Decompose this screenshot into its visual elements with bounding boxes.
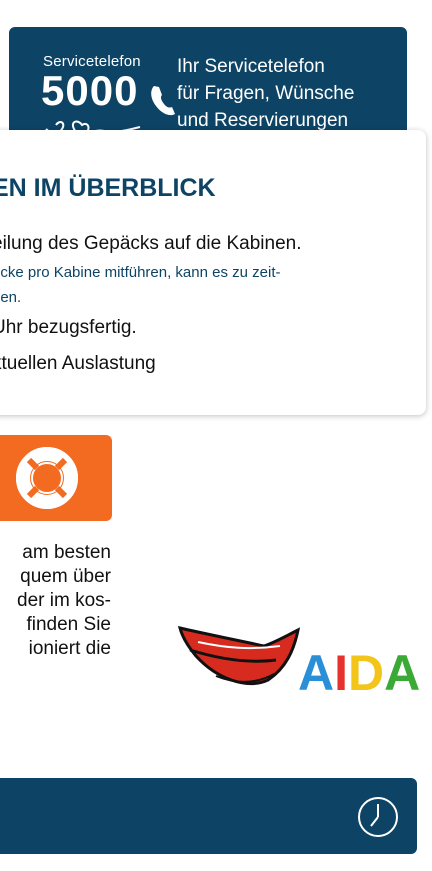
bottom-bar[interactable] — [0, 778, 417, 854]
service-description: Ihr Servicetelefon für Fragen, Wünsche u… — [177, 53, 354, 134]
info-overlay-card: EN IM ÜBERBLICK eilung des Gepäcks auf d… — [0, 130, 426, 415]
svg-text:AIDA: AIDA — [298, 645, 420, 700]
service-line: Ihr Servicetelefon — [177, 56, 325, 77]
aida-logo: AIDA — [177, 625, 420, 700]
card-note-line: ücke pro Kabine mitführen, kann es zu ze… — [0, 264, 281, 281]
body-paragraph: am besten quem über der im kos- finden S… — [0, 541, 111, 661]
paragraph-line: finden Sie — [26, 614, 111, 635]
service-line: für Fragen, Wünsche — [177, 83, 355, 104]
card-text-line: Uhr bezugsfertig. — [0, 317, 137, 338]
lifebuoy-icon — [16, 447, 78, 509]
card-title: EN IM ÜBERBLICK — [0, 174, 216, 202]
card-note: ücke pro Kabine mitführen, kann es zu ze… — [0, 260, 281, 310]
lifebuoy-tile[interactable] — [0, 435, 112, 521]
card-text-line: ktuellen Auslastung — [0, 353, 156, 374]
paragraph-line: quem über — [20, 566, 111, 587]
service-number: 5000 — [41, 67, 139, 114]
paragraph-line: ioniert die — [28, 638, 111, 659]
card-note-line: nen. — [0, 289, 22, 306]
paragraph-line: am besten — [22, 542, 111, 563]
paragraph-line: der im kos- — [17, 590, 111, 611]
clock-icon[interactable] — [356, 795, 400, 839]
card-text-line: eilung des Gepäcks auf die Kabinen. — [0, 233, 302, 254]
